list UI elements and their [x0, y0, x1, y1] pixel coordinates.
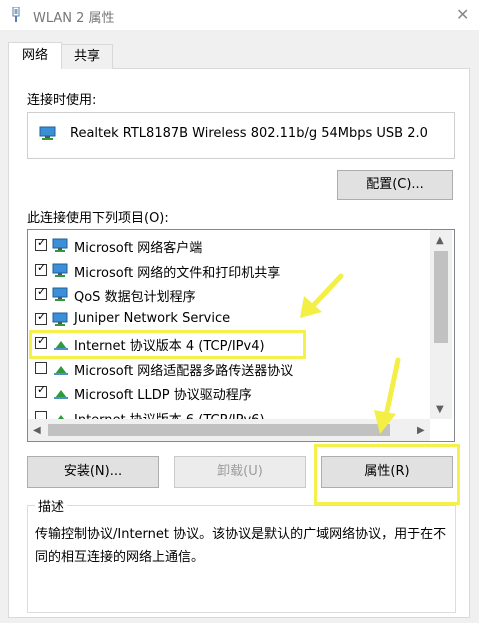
close-icon[interactable]: ✕	[456, 5, 469, 24]
horizontal-scroll-thumb[interactable]	[48, 424, 390, 436]
item-checkbox[interactable]: ✓	[35, 236, 47, 251]
scroll-up-icon[interactable]: ▲	[436, 235, 444, 246]
description-text: 传输控制协议/Internet 协议。该协议是默认的广域网络协议，用于在不同的相…	[35, 527, 447, 565]
network-client-icon	[52, 287, 68, 301]
scroll-left-icon[interactable]: ◀	[33, 425, 41, 436]
checkmark-icon: ✓	[37, 309, 47, 323]
checkmark-icon: ✓	[37, 260, 47, 274]
highlight-box-properties	[314, 444, 460, 505]
list-item[interactable]: ✓ Juniper Network Service	[28, 308, 430, 332]
item-label: Microsoft LLDP 协议驱动程序	[74, 388, 252, 403]
network-adapter-icon	[12, 7, 20, 22]
item-label: Microsoft 网络的文件和打印机共享	[74, 265, 281, 281]
item-checkbox[interactable]: ✓	[35, 260, 47, 276]
checkmark-icon: ✓	[37, 236, 47, 249]
item-label: Microsoft 网络客户端	[74, 241, 203, 256]
item-checkbox[interactable]: ✓	[35, 383, 47, 398]
protocol-icon	[54, 390, 68, 399]
item-label: QoS 数据包计划程序	[74, 290, 196, 305]
tab-network[interactable]: 网络	[8, 42, 62, 69]
item-checkbox[interactable]: ✓	[35, 285, 47, 300]
description-title: 描述	[35, 496, 68, 515]
connect-using-label: 连接时使用:	[27, 93, 97, 108]
list-item[interactable]: ✓ Microsoft 网络的文件和打印机共享	[28, 259, 430, 283]
list-item[interactable]: ✓ QoS 数据包计划程序	[28, 283, 430, 307]
item-label: Microsoft 网络适配器多路传送器协议	[74, 363, 294, 379]
network-client-icon	[52, 263, 68, 277]
network-client-icon	[52, 312, 68, 326]
vertical-scroll-thumb[interactable]	[434, 251, 448, 343]
item-checkbox[interactable]: ✓	[35, 309, 47, 325]
install-button[interactable]: 安装(N)...	[27, 456, 159, 488]
checkmark-icon: ✓	[37, 383, 47, 396]
annotation-arrow-icon	[300, 273, 344, 318]
network-client-icon	[52, 238, 68, 252]
tab-sharing[interactable]: 共享	[61, 44, 113, 69]
checkmark-icon: ✓	[37, 285, 47, 298]
item-label: Juniper Network Service	[74, 310, 231, 326]
annotation-arrow-icon	[374, 357, 401, 434]
items-label: 此连接使用下列项目(O):	[27, 211, 169, 226]
item-checkbox[interactable]	[35, 361, 47, 374]
protocol-icon	[54, 365, 68, 375]
highlight-box-ipv4	[29, 330, 306, 359]
list-item[interactable]: ✓ Microsoft 网络客户端	[28, 234, 430, 258]
adapter-box: Realtek RTL8187B Wireless 802.11b/g 54Mb…	[27, 112, 455, 159]
scroll-right-icon[interactable]: ▶	[417, 425, 425, 436]
network-adapter-icon	[39, 126, 56, 140]
window-title: WLAN 2 属性	[33, 11, 115, 26]
configure-button[interactable]: 配置(C)...	[337, 170, 453, 200]
adapter-name: Realtek RTL8187B Wireless 802.11b/g 54Mb…	[70, 126, 428, 141]
uninstall-button[interactable]: 卸载(U)	[174, 456, 306, 488]
scroll-down-icon[interactable]: ▼	[436, 404, 444, 415]
